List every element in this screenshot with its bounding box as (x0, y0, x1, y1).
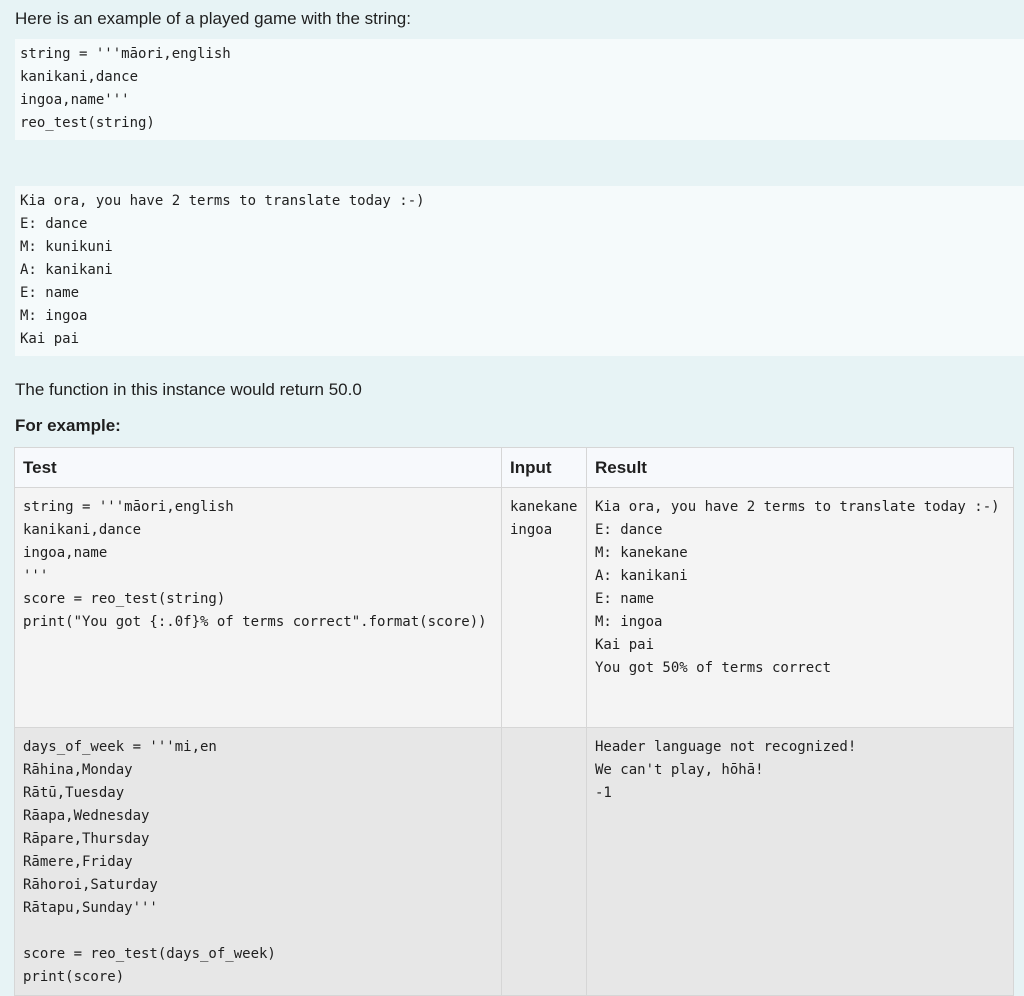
header-test: Test (14, 447, 502, 488)
table-header-row: Test Input Result (14, 447, 1014, 488)
test-cell: string = '''māori,english kanikani,dance… (14, 487, 502, 728)
example-output-block: Kia ora, you have 2 terms to translate t… (15, 186, 1024, 356)
table-row: days_of_week = '''mi,en Rāhina,Monday Rā… (14, 727, 1014, 996)
header-result: Result (586, 447, 1014, 488)
intro-text: Here is an example of a played game with… (15, 9, 411, 28)
header-input: Input (501, 447, 587, 488)
result-cell: Kia ora, you have 2 terms to translate t… (586, 487, 1014, 728)
input-cell (501, 727, 587, 996)
test-cell: days_of_week = '''mi,en Rāhina,Monday Rā… (14, 727, 502, 996)
input-cell: kanekane ingoa (501, 487, 587, 728)
result-cell: Header language not recognized! We can't… (586, 727, 1014, 996)
examples-table: Test Input Result string = '''māori,engl… (14, 447, 1014, 996)
example-code-block: string = '''māori,english kanikani,dance… (15, 39, 1024, 140)
examples-heading: For example: (15, 416, 121, 435)
table-row: string = '''māori,english kanikani,dance… (14, 487, 1014, 728)
return-value-text: The function in this instance would retu… (15, 380, 362, 399)
